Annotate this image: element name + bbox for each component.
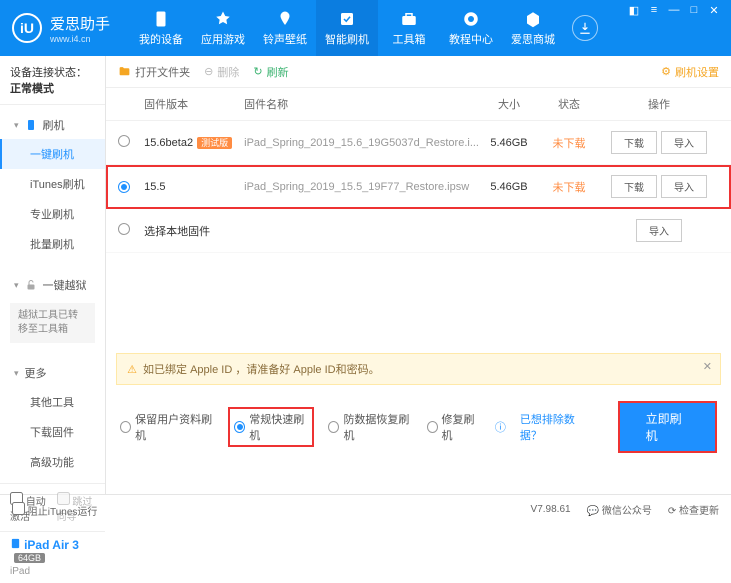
- connection-status: 设备连接状态：正常模式: [0, 56, 105, 105]
- nav-icon: [524, 10, 542, 28]
- nav-tab-3[interactable]: 智能刷机: [316, 0, 378, 56]
- header-version: 固件版本: [144, 96, 244, 112]
- theme-button[interactable]: ◧: [627, 4, 641, 17]
- unlock-icon: [25, 279, 37, 291]
- close-warning-button[interactable]: ✕: [703, 360, 712, 373]
- warning-bar: ⚠ 如已绑定 Apple ID ，请准备好 Apple ID和密码。 ✕: [116, 353, 721, 385]
- chevron-down-icon: ▾: [14, 120, 19, 131]
- open-folder-button[interactable]: 打开文件夹: [118, 64, 190, 80]
- warning-icon: ⚠: [127, 363, 137, 376]
- update-icon: ⟳: [668, 506, 676, 517]
- row-op-button[interactable]: 下载: [611, 175, 657, 198]
- radio-local[interactable]: [118, 223, 130, 235]
- firmware-row[interactable]: 15.5iPad_Spring_2019_15.5_19F77_Restore.…: [106, 165, 731, 209]
- tablet-icon: [10, 538, 21, 549]
- header-status: 状态: [539, 96, 599, 112]
- close-button[interactable]: ✕: [707, 4, 721, 17]
- firmware-row[interactable]: 15.6beta2测试版iPad_Spring_2019_15.6_19G503…: [106, 121, 731, 165]
- header-ops: 操作: [599, 96, 719, 112]
- sidebar-item-more-2[interactable]: 高级功能: [0, 447, 105, 477]
- block-itunes-checkbox[interactable]: 阻止iTunes运行: [12, 502, 97, 518]
- nav-tab-6[interactable]: 爱思商城: [502, 0, 564, 56]
- import-local-button[interactable]: 导入: [636, 219, 682, 242]
- wechat-link[interactable]: 💬 微信公众号: [587, 502, 652, 517]
- phone-icon: [25, 119, 37, 131]
- sidebar-item-flash-3[interactable]: 批量刷机: [0, 229, 105, 259]
- sidebar-item-flash-0[interactable]: 一键刷机: [0, 139, 105, 169]
- option-keep-data[interactable]: 保留用户资料刷机: [120, 411, 214, 443]
- nav-tab-5[interactable]: 教程中心: [440, 0, 502, 56]
- delete-button: ⊖ 删除: [204, 64, 239, 80]
- minimize-button[interactable]: —: [667, 4, 681, 16]
- option-anti-recovery[interactable]: 防数据恢复刷机: [328, 411, 412, 443]
- wechat-icon: 💬: [587, 506, 599, 517]
- nav-icon: [276, 10, 294, 28]
- app-name: 爱思助手: [50, 13, 110, 34]
- menu-button[interactable]: ≡: [647, 4, 661, 16]
- sidebar-item-more-1[interactable]: 下载固件: [0, 417, 105, 447]
- device-tab[interactable]: iPad Air 3 64GB iPad: [0, 531, 105, 583]
- info-icon[interactable]: ⓘ: [495, 419, 506, 435]
- header-name: 固件名称: [244, 96, 479, 112]
- local-firmware-row[interactable]: 选择本地固件 导入: [106, 209, 731, 253]
- maximize-button[interactable]: □: [687, 4, 701, 16]
- sidebar-item-more-0[interactable]: 其他工具: [0, 387, 105, 417]
- sidebar-item-flash-1[interactable]: iTunes刷机: [0, 169, 105, 199]
- folder-icon: [118, 65, 131, 78]
- header-size: 大小: [479, 96, 539, 112]
- sidebar-group-jailbreak[interactable]: ▾ 一键越狱: [0, 271, 105, 299]
- version-label: V7.98.61: [531, 504, 571, 515]
- nav-icon: [400, 10, 418, 28]
- radio-firmware[interactable]: [118, 181, 130, 193]
- start-flash-button[interactable]: 立即刷机: [618, 401, 717, 453]
- check-update-link[interactable]: ⟳ 检查更新: [668, 502, 719, 517]
- option-repair[interactable]: 修复刷机: [427, 411, 481, 443]
- flash-settings-button[interactable]: ⚙ 刷机设置: [661, 64, 719, 80]
- app-logo: iU: [12, 13, 42, 43]
- app-url: www.i4.cn: [50, 34, 110, 44]
- nav-icon: [338, 10, 356, 28]
- beta-badge: 测试版: [197, 137, 232, 149]
- sidebar-item-flash-2[interactable]: 专业刷机: [0, 199, 105, 229]
- radio-firmware[interactable]: [118, 135, 130, 147]
- gear-icon: ⚙: [661, 65, 671, 78]
- option-normal-fast[interactable]: 常规快速刷机: [228, 407, 314, 447]
- row-op-button[interactable]: 下载: [611, 131, 657, 154]
- nav-icon: [152, 10, 170, 28]
- row-op-button[interactable]: 导入: [661, 175, 707, 198]
- sidebar-group-more[interactable]: ▾ 更多: [0, 359, 105, 387]
- nav-icon: [214, 10, 232, 28]
- delete-icon: ⊖: [204, 65, 213, 78]
- nav-icon: [462, 10, 480, 28]
- nav-tab-4[interactable]: 工具箱: [378, 0, 440, 56]
- exclude-data-link[interactable]: 已想排除数据？: [520, 411, 590, 443]
- sidebar-group-flash[interactable]: ▾ 刷机: [0, 111, 105, 139]
- nav-tab-0[interactable]: 我的设备: [130, 0, 192, 56]
- download-manager-button[interactable]: [572, 15, 598, 41]
- row-op-button[interactable]: 导入: [661, 131, 707, 154]
- refresh-icon: ↻: [253, 65, 262, 78]
- chevron-down-icon: ▾: [14, 280, 19, 291]
- refresh-button[interactable]: ↻ 刷新: [253, 64, 288, 80]
- nav-tab-1[interactable]: 应用游戏: [192, 0, 254, 56]
- jailbreak-note: 越狱工具已转移至工具箱: [10, 303, 95, 343]
- nav-tab-2[interactable]: 铃声壁纸: [254, 0, 316, 56]
- chevron-down-icon: ▾: [14, 368, 19, 379]
